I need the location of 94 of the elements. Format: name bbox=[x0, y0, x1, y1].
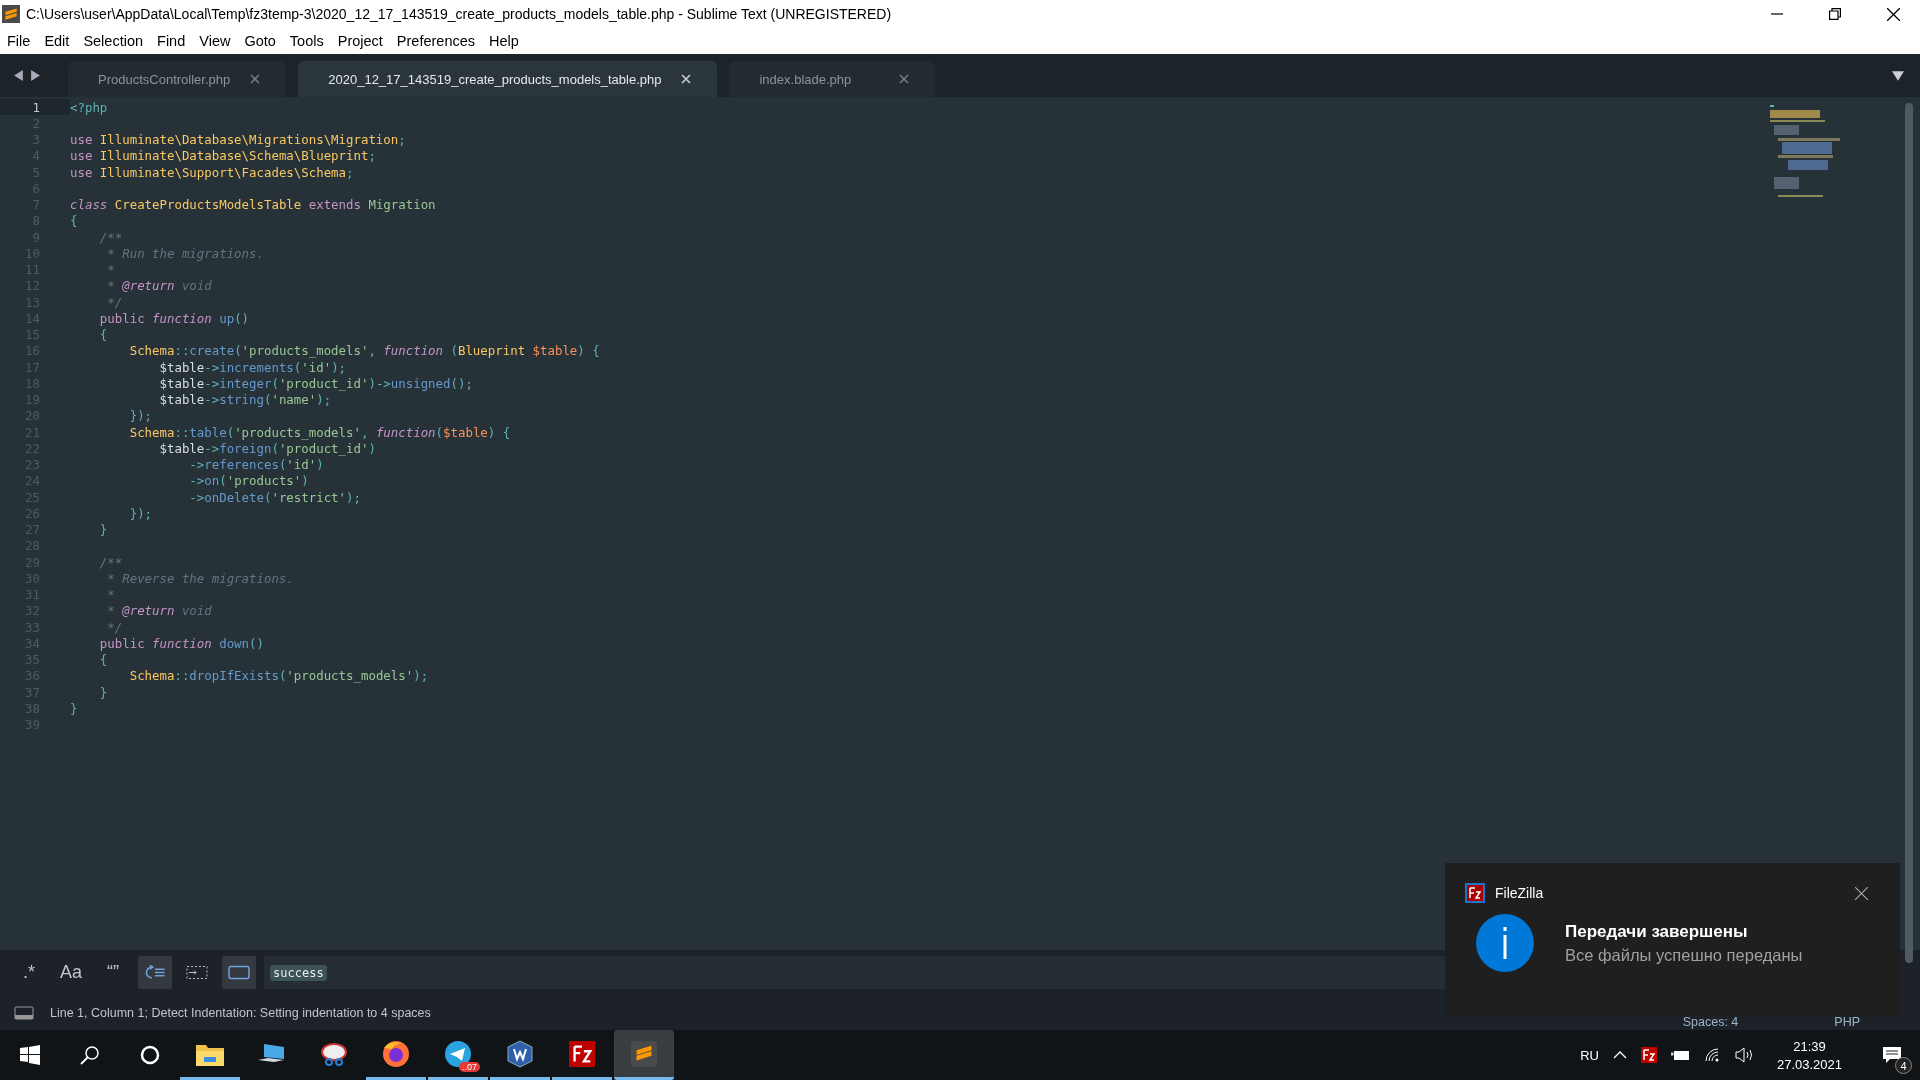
find-option-button[interactable]: Aa bbox=[54, 956, 89, 989]
notification-count: 4 bbox=[1895, 1057, 1912, 1074]
sublime-icon bbox=[631, 1040, 657, 1067]
menu-item[interactable]: File bbox=[7, 33, 31, 49]
find-option-button[interactable]: .* bbox=[12, 956, 46, 989]
find-option-button[interactable]: “” bbox=[96, 956, 131, 989]
code-line: */ bbox=[106, 294, 123, 310]
syntax-setting[interactable]: PHP bbox=[1834, 1014, 1860, 1029]
code-line: * Run the migrations. bbox=[106, 245, 264, 261]
code-line: Schema::create('products_models', function (Blueprint $table) { bbox=[128, 343, 600, 359]
code-line: * @return void bbox=[106, 603, 212, 619]
filezilla-icon bbox=[569, 1040, 595, 1067]
code-line: $table->string('name'); bbox=[158, 392, 332, 408]
highlight-matches-icon bbox=[228, 965, 251, 980]
code-line: ->onDelete('restrict'); bbox=[188, 489, 361, 505]
code-line: * @return void bbox=[106, 278, 212, 294]
cortana-icon[interactable] bbox=[140, 1045, 160, 1065]
start-icon[interactable] bbox=[20, 1045, 40, 1065]
code-line: public function down() bbox=[98, 635, 264, 651]
code-line: ->references('id') bbox=[188, 457, 324, 473]
filezilla-tray-icon[interactable] bbox=[1640, 1047, 1657, 1063]
language-indicator[interactable]: RU bbox=[1580, 1047, 1599, 1063]
code-line: * bbox=[106, 262, 115, 278]
menu-item[interactable]: Selection bbox=[83, 33, 144, 49]
editor-tab[interactable]: index.blade.php bbox=[729, 61, 936, 97]
code-line: public function up() bbox=[98, 310, 250, 326]
forward-arrow-icon[interactable] bbox=[31, 70, 40, 81]
panel-toggle-icon[interactable] bbox=[14, 1005, 34, 1020]
close-icon[interactable] bbox=[1855, 886, 1868, 900]
wifi-icon[interactable] bbox=[1704, 1048, 1721, 1062]
code-line: /** bbox=[98, 229, 123, 245]
menu-item[interactable]: Edit bbox=[44, 33, 70, 49]
code-line: <?php bbox=[70, 99, 108, 115]
code-line: * bbox=[106, 587, 115, 603]
menu-item[interactable]: Project bbox=[337, 33, 383, 49]
code-line: /** bbox=[98, 554, 123, 570]
dropdown-arrow-icon[interactable] bbox=[1892, 71, 1904, 81]
hexagon-icon bbox=[506, 1039, 534, 1068]
menu-item[interactable]: Preferences bbox=[396, 33, 476, 49]
search-icon[interactable] bbox=[80, 1045, 100, 1065]
app-logo-icon bbox=[2, 5, 20, 23]
notification-app-name: FileZilla bbox=[1495, 885, 1544, 901]
find-option-button[interactable] bbox=[138, 956, 173, 989]
volume-icon[interactable] bbox=[1734, 1047, 1755, 1063]
code-line: * Reverse the migrations. bbox=[106, 570, 294, 586]
notifications-icon[interactable] bbox=[1882, 1046, 1902, 1064]
editor-tab[interactable]: ProductsController.php bbox=[68, 61, 287, 97]
code-line: { bbox=[98, 327, 108, 343]
code-line: use Illuminate\Database\Schema\Blueprint; bbox=[70, 148, 376, 164]
code-line: } bbox=[70, 700, 78, 716]
status-message: Line 1, Column 1; Detect Indentation: Setting indentation to 4 spaces bbox=[50, 1005, 431, 1020]
code-line: $table->foreign('product_id') bbox=[158, 440, 376, 456]
code-line: } bbox=[98, 684, 108, 700]
info-icon bbox=[1475, 913, 1535, 973]
window-title: C:\Users\user\AppData\Local\Temp\fz3temp-3\2020_12_17_143519_create_products_models_table.php - Sublime Text (UNREGISTERED) bbox=[26, 6, 892, 22]
notification-title: Передачи завершены bbox=[1565, 921, 1749, 942]
menu-item[interactable]: View bbox=[199, 33, 231, 49]
code-line: { bbox=[98, 652, 108, 668]
code-line: { bbox=[70, 213, 78, 229]
filezilla-logo-icon bbox=[1465, 883, 1485, 903]
find-option-button[interactable] bbox=[222, 956, 257, 989]
in-selection-icon bbox=[186, 965, 209, 980]
editor-tab[interactable]: 2020_12_17_143519_create_products_models_table.php bbox=[298, 61, 718, 97]
menu-item[interactable]: Goto bbox=[244, 33, 276, 49]
menu-item[interactable]: Help bbox=[489, 33, 519, 49]
code-line: ->on('products') bbox=[188, 473, 309, 489]
close-icon[interactable] bbox=[1887, 7, 1900, 21]
battery-icon[interactable] bbox=[1670, 1049, 1691, 1061]
line-number: 1 bbox=[0, 99, 70, 116]
clock-time[interactable]: 21:39 bbox=[1793, 1038, 1826, 1054]
code-line: }); bbox=[128, 505, 153, 521]
code-line: */ bbox=[106, 619, 123, 635]
taskbar-app[interactable]: ..07 bbox=[428, 1030, 488, 1080]
indentation-setting[interactable]: Spaces: 4 bbox=[1682, 1014, 1739, 1029]
code-line: Schema::table('products_models', function($table) { bbox=[128, 424, 511, 440]
code-line: $table->increments('id'); bbox=[158, 359, 347, 375]
restore-icon[interactable] bbox=[1829, 7, 1841, 20]
code-line: use Illuminate\Database\Migrations\Migration; bbox=[70, 132, 406, 148]
menu-item[interactable]: Find bbox=[157, 33, 186, 49]
clock-date[interactable]: 27.03.2021 bbox=[1776, 1056, 1842, 1072]
code-line: } bbox=[98, 522, 108, 538]
scrollbar-thumb[interactable] bbox=[1905, 103, 1913, 963]
code-line: $table->integer('product_id')->unsigned(); bbox=[158, 375, 473, 391]
code-line: use Illuminate\Support\Facades\Schema; bbox=[70, 164, 354, 180]
unread-badge: ..07 bbox=[459, 1061, 480, 1072]
chevron-up-icon[interactable] bbox=[1612, 1051, 1627, 1059]
code-line: Schema::dropIfExists('products_models'); bbox=[128, 668, 429, 684]
menu-item[interactable]: Tools bbox=[289, 33, 324, 49]
back-arrow-icon[interactable] bbox=[14, 70, 23, 81]
wrap-icon bbox=[144, 965, 167, 980]
code-line: class CreateProductsModelsTable extends Migration bbox=[70, 197, 436, 213]
code-line: }); bbox=[128, 408, 153, 424]
scissors-icon bbox=[320, 1041, 348, 1066]
browser-icon bbox=[382, 1039, 410, 1068]
